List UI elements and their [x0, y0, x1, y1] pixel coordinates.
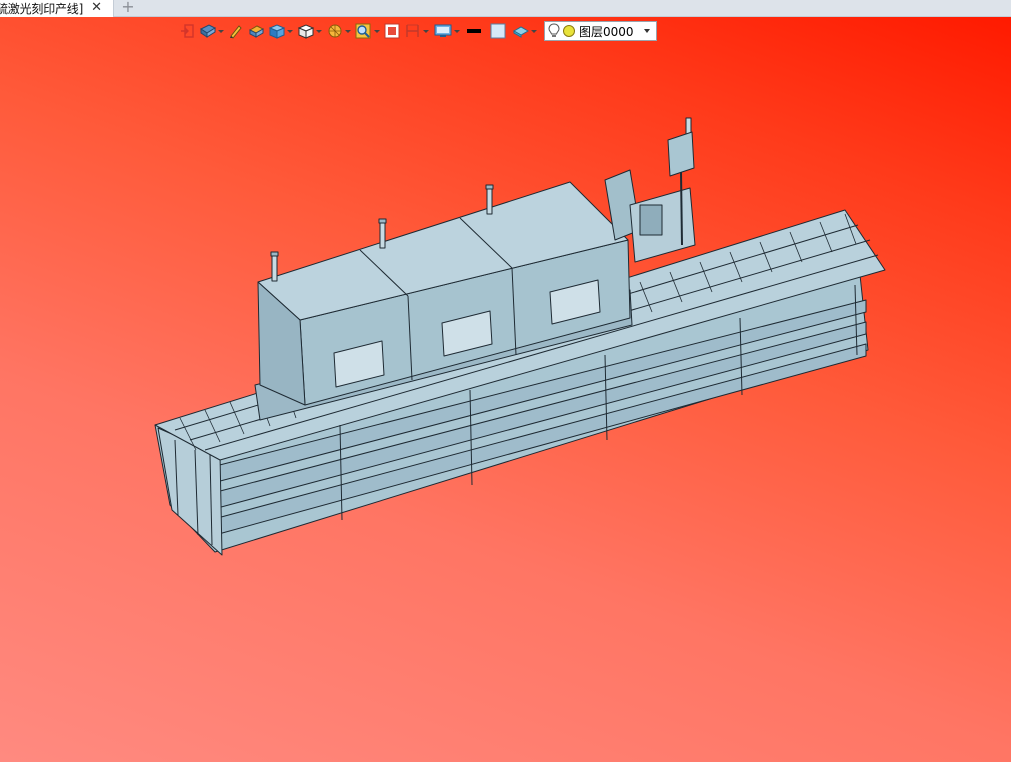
exit-view-icon[interactable]: [178, 21, 196, 41]
layer-style-icon[interactable]: [511, 21, 538, 41]
zoom-icon[interactable]: [354, 21, 381, 41]
layer-state-icon: [563, 25, 575, 37]
view-orientation-icon[interactable]: [198, 21, 225, 41]
lightbulb-icon: [548, 23, 560, 37]
layer-name: 图层0000: [579, 24, 634, 39]
view-toolbar: 图层0000: [178, 20, 657, 42]
control-box: [667, 131, 695, 177]
document-tab[interactable]: 硫激光刻印产线] ✕: [0, 0, 114, 17]
document-tab-strip: 硫激光刻印产线] ✕ +: [0, 0, 1011, 17]
document-tab-title: 硫激光刻印产线]: [0, 2, 84, 16]
signal-tower: [270, 251, 279, 282]
production-line-model[interactable]: [0, 17, 1011, 762]
cube-view-icon[interactable]: [296, 21, 323, 41]
3d-viewport[interactable]: 图层0000: [0, 17, 1011, 762]
fit-icon[interactable]: [383, 21, 401, 41]
section-icon[interactable]: [247, 21, 265, 41]
layer-selector[interactable]: 图层0000: [544, 21, 657, 41]
add-tab-icon[interactable]: +: [120, 0, 136, 17]
close-tab-icon[interactable]: ✕: [91, 0, 102, 17]
render-mode-icon[interactable]: [267, 21, 294, 41]
signal-tower: [378, 218, 387, 249]
signal-tower: [485, 184, 494, 215]
display-icon[interactable]: [432, 21, 461, 41]
lighting-icon[interactable]: [325, 21, 352, 41]
pen-icon[interactable]: [227, 21, 245, 41]
camera-unit: [639, 204, 663, 236]
chevron-down-icon[interactable]: [644, 29, 650, 33]
line-color-icon[interactable]: [463, 21, 485, 41]
fill-color-icon[interactable]: [487, 21, 509, 41]
dimension-icon[interactable]: [403, 21, 430, 41]
